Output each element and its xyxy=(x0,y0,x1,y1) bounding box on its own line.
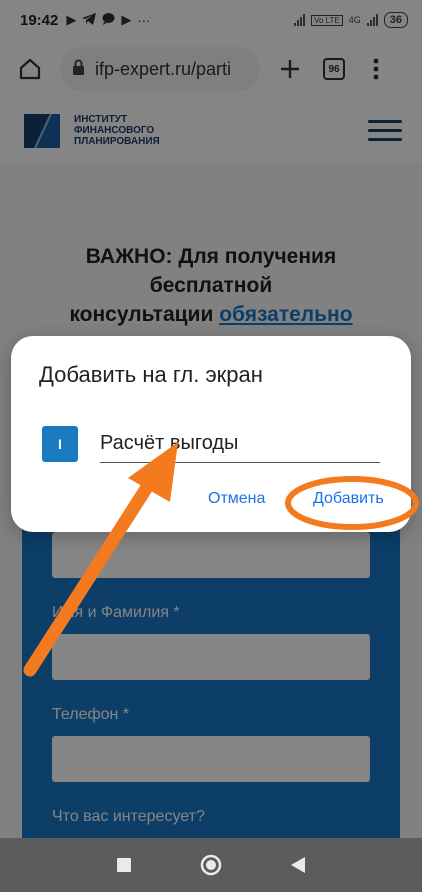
back-triangle-icon xyxy=(291,857,306,873)
add-to-home-dialog: Добавить на гл. экран I Отмена Добавить xyxy=(11,336,411,532)
square-icon xyxy=(116,858,131,872)
recents-button[interactable] xyxy=(104,845,144,885)
shortcut-name-input[interactable] xyxy=(100,425,380,463)
home-nav-button[interactable] xyxy=(191,845,231,885)
back-button[interactable] xyxy=(278,845,318,885)
add-button[interactable]: Добавить xyxy=(313,490,384,508)
system-nav-bar xyxy=(0,838,422,892)
app-icon: I xyxy=(42,426,78,462)
cancel-button[interactable]: Отмена xyxy=(208,490,265,508)
circle-icon xyxy=(200,854,222,876)
dialog-title: Добавить на гл. экран xyxy=(39,362,263,387)
